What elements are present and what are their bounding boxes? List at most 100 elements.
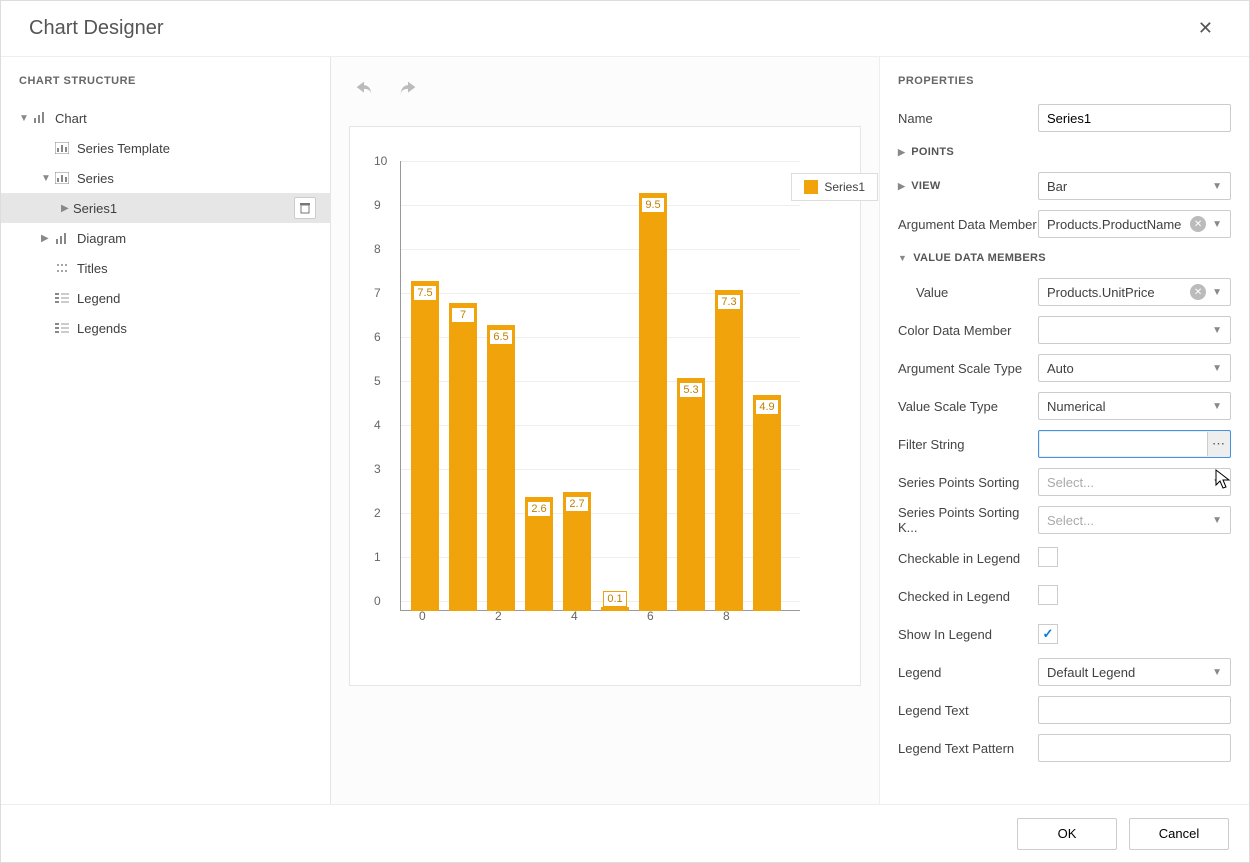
x-tick-label: 0 bbox=[419, 609, 426, 623]
undo-button[interactable] bbox=[351, 77, 377, 102]
tree-node-series-template[interactable]: Series Template bbox=[1, 133, 330, 163]
properties-panel: PROPERTIES Name ▶POINTS ▶VIEW Bar▼ Argum… bbox=[879, 57, 1249, 804]
x-tick-label: 6 bbox=[647, 609, 654, 623]
chevron-down-icon: ▼ bbox=[1212, 667, 1222, 678]
arg-scale-select[interactable]: Auto▼ bbox=[1038, 354, 1231, 382]
val-scale-select[interactable]: Numerical▼ bbox=[1038, 392, 1231, 420]
bar-value-label: 7.3 bbox=[717, 294, 741, 310]
legend-select[interactable]: Default Legend▼ bbox=[1038, 658, 1231, 686]
name-input[interactable] bbox=[1038, 104, 1231, 132]
checkable-checkbox[interactable] bbox=[1038, 547, 1058, 567]
bar bbox=[449, 303, 477, 611]
showlegend-label: Show In Legend bbox=[898, 627, 1038, 642]
arg-member-label: Argument Data Member bbox=[898, 217, 1038, 232]
tree-node-legends[interactable]: Legends bbox=[1, 313, 330, 343]
y-tick-label: 6 bbox=[374, 330, 381, 344]
redo-button[interactable] bbox=[395, 77, 421, 102]
checkable-label: Checkable in Legend bbox=[898, 551, 1038, 566]
showlegend-checkbox[interactable]: ✓ bbox=[1038, 624, 1058, 644]
tree-node-legend[interactable]: Legend bbox=[1, 283, 330, 313]
bar bbox=[639, 193, 667, 611]
clear-icon[interactable]: ✕ bbox=[1190, 216, 1206, 232]
sortkey-label: Series Points Sorting K... bbox=[898, 505, 1038, 535]
chevron-down-icon: ▼ bbox=[19, 113, 31, 124]
chevron-right-icon: ▶ bbox=[41, 233, 53, 244]
chevron-right-icon: ▶ bbox=[898, 181, 905, 192]
legend-icon bbox=[53, 292, 71, 304]
tree-label: Legends bbox=[77, 321, 127, 336]
legendpat-input[interactable] bbox=[1038, 734, 1231, 762]
checked-checkbox[interactable] bbox=[1038, 585, 1058, 605]
chevron-down-icon: ▼ bbox=[1212, 363, 1222, 374]
y-tick-label: 0 bbox=[374, 594, 381, 608]
tree-node-series[interactable]: ▼ Series bbox=[1, 163, 330, 193]
trash-icon bbox=[299, 202, 311, 214]
dialog-footer: OK Cancel bbox=[1, 804, 1249, 862]
view-select[interactable]: Bar▼ bbox=[1038, 172, 1231, 200]
properties-heading: PROPERTIES bbox=[898, 75, 1231, 99]
bar-value-label: 7 bbox=[451, 307, 475, 323]
tree-node-titles[interactable]: Titles bbox=[1, 253, 330, 283]
bar-value-label: 2.6 bbox=[527, 501, 551, 517]
sort-select[interactable]: Select...▼ bbox=[1038, 468, 1231, 496]
y-tick-label: 2 bbox=[374, 506, 381, 520]
template-icon bbox=[53, 142, 71, 154]
checked-label: Checked in Legend bbox=[898, 589, 1038, 604]
bar-value-label: 4.9 bbox=[755, 399, 779, 415]
value-label: Value bbox=[898, 285, 1038, 300]
tree-label: Series1 bbox=[73, 201, 117, 216]
sort-label: Series Points Sorting bbox=[898, 475, 1038, 490]
close-icon[interactable]: ✕ bbox=[1190, 14, 1221, 43]
sortkey-select[interactable]: Select...▼ bbox=[1038, 506, 1231, 534]
value-members-section[interactable]: ▼VALUE DATA MEMBERS bbox=[898, 243, 1231, 273]
bar bbox=[487, 325, 515, 611]
ellipsis-button[interactable]: ⋯ bbox=[1207, 432, 1229, 456]
titles-icon bbox=[53, 262, 71, 274]
val-scale-label: Value Scale Type bbox=[898, 399, 1038, 414]
filter-label: Filter String bbox=[898, 437, 1038, 452]
arg-scale-label: Argument Scale Type bbox=[898, 361, 1038, 376]
y-tick-label: 8 bbox=[374, 242, 381, 256]
legendtext-input[interactable] bbox=[1038, 696, 1231, 724]
filter-input[interactable] bbox=[1038, 430, 1231, 458]
chevron-down-icon: ▼ bbox=[1212, 515, 1222, 526]
chevron-down-icon: ▼ bbox=[1212, 181, 1222, 192]
tree-node-chart[interactable]: ▼ Chart bbox=[1, 103, 330, 133]
tree-node-series1[interactable]: ▶ Series1 bbox=[1, 193, 330, 223]
arg-member-select[interactable]: Products.ProductName✕▼ bbox=[1038, 210, 1231, 238]
legend-label-prop: Legend bbox=[898, 665, 1038, 680]
tree-label: Diagram bbox=[77, 231, 126, 246]
tree-label: Chart bbox=[55, 111, 87, 126]
plot-area: 0123456789107.5076.522.62.740.19.565.37.… bbox=[400, 161, 800, 611]
ok-button[interactable]: OK bbox=[1017, 818, 1117, 850]
chevron-down-icon: ▼ bbox=[41, 173, 53, 184]
bar bbox=[715, 290, 743, 611]
bar-value-label: 2.7 bbox=[565, 496, 589, 512]
tree-label: Series bbox=[77, 171, 114, 186]
chart-preview: Series1 0123456789107.5076.522.62.740.19… bbox=[349, 126, 861, 686]
diagram-icon bbox=[53, 232, 71, 244]
y-tick-label: 10 bbox=[374, 154, 387, 168]
series-icon bbox=[53, 172, 71, 184]
name-label: Name bbox=[898, 111, 1038, 126]
tree-node-diagram[interactable]: ▶ Diagram bbox=[1, 223, 330, 253]
x-tick-label: 8 bbox=[723, 609, 730, 623]
color-member-select[interactable]: ▼ bbox=[1038, 316, 1231, 344]
structure-heading: CHART STRUCTURE bbox=[1, 75, 330, 103]
clear-icon[interactable]: ✕ bbox=[1190, 284, 1206, 300]
chevron-right-icon: ▶ bbox=[61, 203, 73, 214]
bar bbox=[411, 281, 439, 611]
value-select[interactable]: Products.UnitPrice✕▼ bbox=[1038, 278, 1231, 306]
bar-value-label: 7.5 bbox=[413, 285, 437, 301]
legend-swatch bbox=[804, 180, 818, 194]
cancel-button[interactable]: Cancel bbox=[1129, 818, 1229, 850]
view-section[interactable]: ▶VIEW bbox=[898, 180, 1038, 192]
legends-icon bbox=[53, 322, 71, 334]
x-tick-label: 2 bbox=[495, 609, 502, 623]
preview-panel: Series1 0123456789107.5076.522.62.740.19… bbox=[331, 57, 879, 804]
chart-icon bbox=[31, 111, 49, 125]
delete-button[interactable] bbox=[294, 197, 316, 219]
chart-designer-window: Chart Designer ✕ CHART STRUCTURE ▼ Chart… bbox=[0, 0, 1250, 863]
points-section[interactable]: ▶POINTS bbox=[898, 137, 1231, 167]
chevron-down-icon: ▼ bbox=[898, 253, 907, 263]
